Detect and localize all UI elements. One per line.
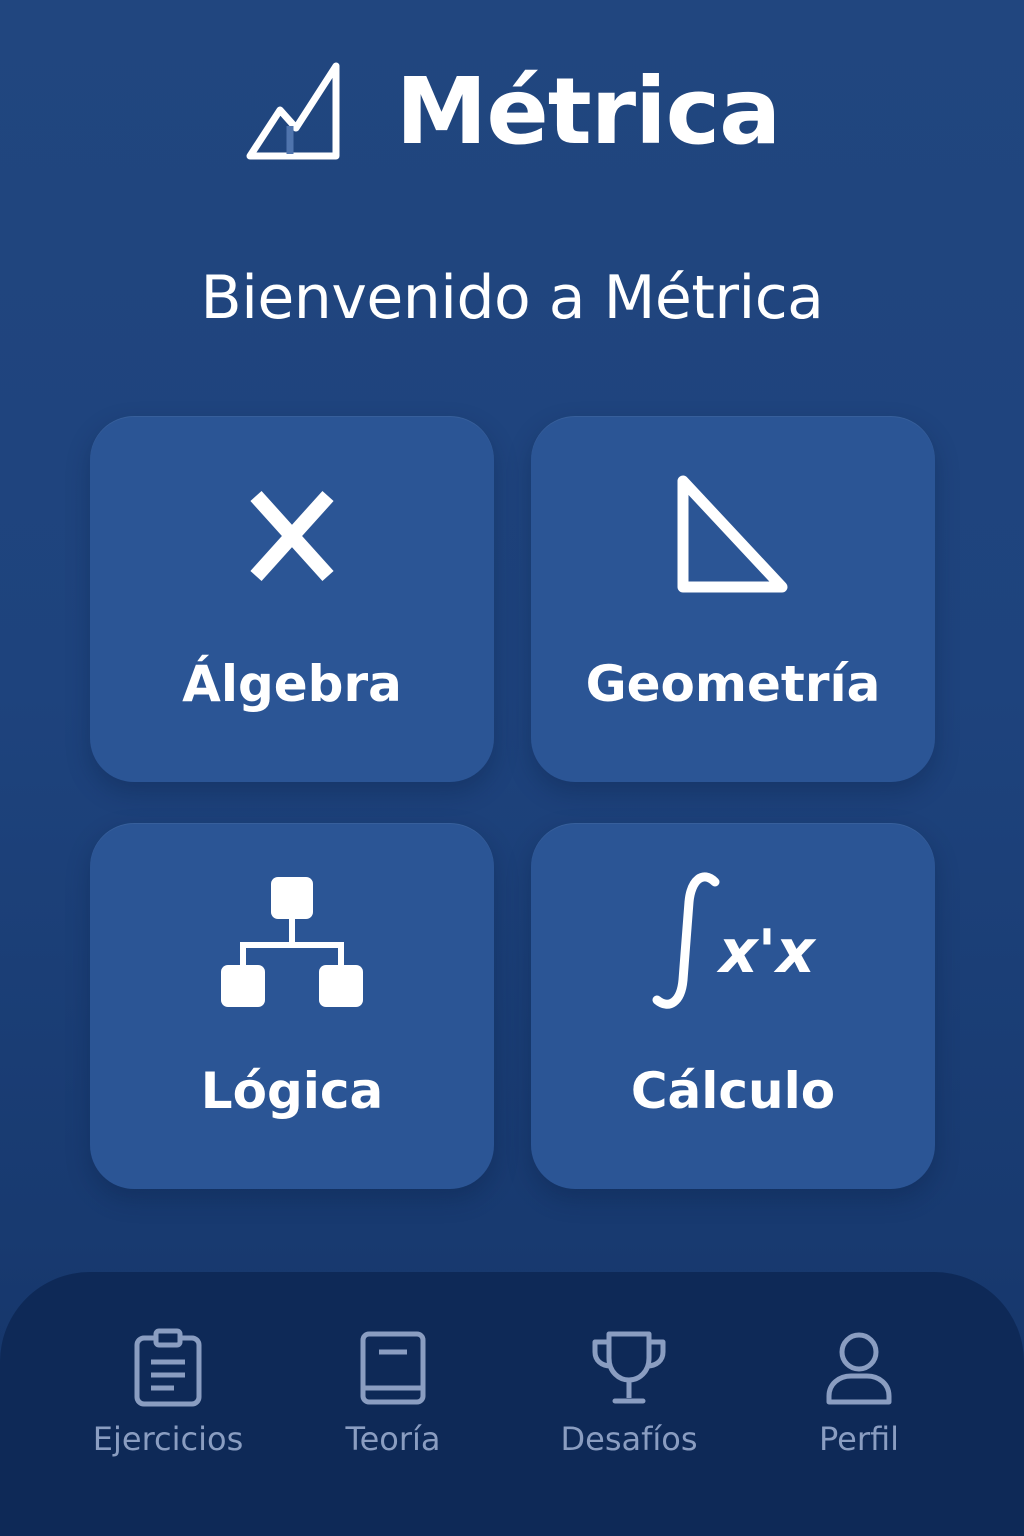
nav-item-desafios[interactable]: Desafíos bbox=[519, 1324, 739, 1484]
variable-x-icon bbox=[90, 416, 494, 656]
flowchart-icon bbox=[90, 823, 494, 1063]
topic-label: Álgebra bbox=[182, 655, 402, 713]
topic-label: Lógica bbox=[200, 1062, 384, 1120]
book-icon bbox=[283, 1324, 503, 1412]
nav-item-ejercicios[interactable]: Ejercicios bbox=[58, 1324, 278, 1484]
nav-item-perfil[interactable]: Perfil bbox=[749, 1324, 969, 1484]
topic-card-geometria[interactable]: Geometría bbox=[531, 416, 935, 782]
nav-label: Desafíos bbox=[560, 1420, 698, 1458]
integral-icon: x'x bbox=[531, 823, 935, 1063]
clipboard-icon bbox=[58, 1324, 278, 1412]
app-header: Métrica bbox=[0, 52, 1024, 172]
integral-text: x'x bbox=[716, 917, 817, 987]
user-icon bbox=[749, 1324, 969, 1412]
chart-line-icon bbox=[244, 56, 344, 168]
topic-label: Cálculo bbox=[630, 1062, 836, 1120]
topic-card-calculo[interactable]: x'x Cálculo bbox=[531, 823, 935, 1189]
triangle-icon bbox=[531, 416, 935, 656]
trophy-icon bbox=[519, 1324, 739, 1412]
nav-label: Teoría bbox=[345, 1420, 441, 1458]
topic-card-logica[interactable]: Lógica bbox=[90, 823, 494, 1189]
nav-item-teoria[interactable]: Teoría bbox=[283, 1324, 503, 1484]
app-title: Métrica bbox=[395, 58, 781, 165]
bottom-nav: Ejercicios Teoría Desafíos Perfil bbox=[0, 1272, 1024, 1536]
topic-label: Geometría bbox=[585, 655, 881, 713]
nav-label: Perfil bbox=[818, 1420, 900, 1458]
nav-label: Ejercicios bbox=[92, 1420, 244, 1458]
topic-card-algebra[interactable]: Álgebra bbox=[90, 416, 494, 782]
welcome-heading: Bienvenido a Métrica bbox=[200, 263, 824, 333]
